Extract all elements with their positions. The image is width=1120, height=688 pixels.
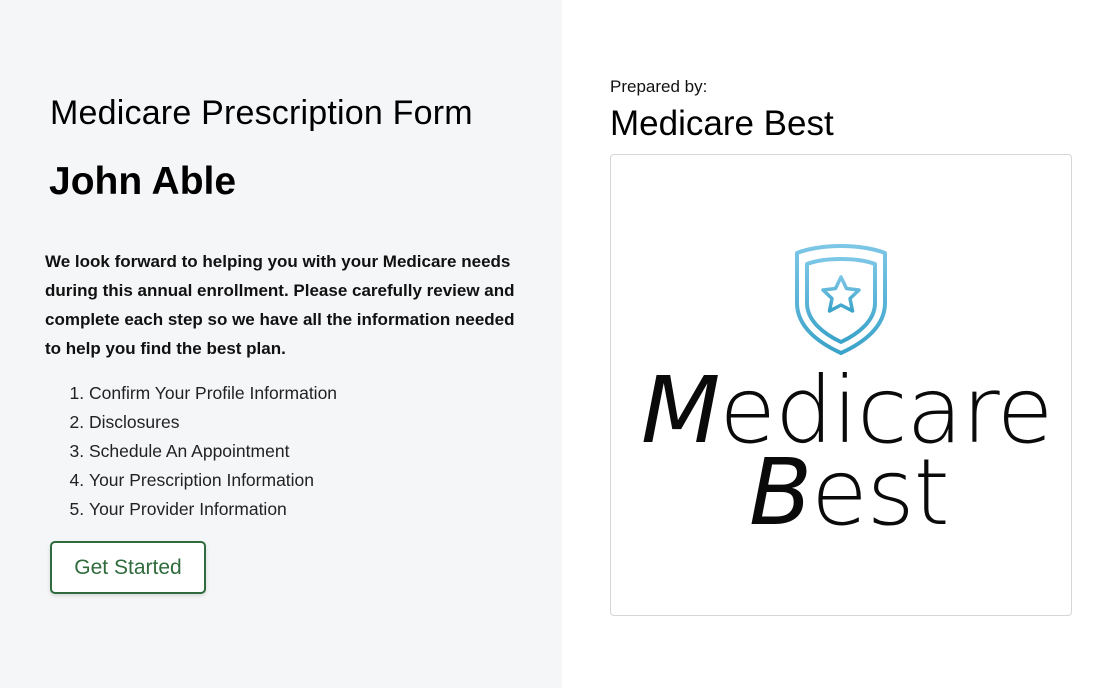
intro-text: We look forward to helping you with your… (45, 252, 515, 358)
get-started-button[interactable]: Get Started (50, 541, 206, 594)
step-item: Your Prescription Information (89, 466, 337, 495)
step-item: Confirm Your Profile Information (89, 379, 337, 408)
shield-star-icon (795, 244, 887, 355)
form-title: Medicare Prescription Form (50, 94, 473, 132)
prepared-by-label: Prepared by: (610, 77, 708, 96)
step-item: Schedule An Appointment (89, 437, 337, 466)
company-name: Medicare Best (610, 104, 834, 143)
steps-list: Confirm Your Profile Information Disclos… (45, 379, 337, 524)
form-intro-panel: Medicare Prescription Form John Able We … (0, 0, 562, 688)
logo-wordmark-line-2: Best (749, 439, 950, 546)
company-logo: Medicare Best (610, 154, 1072, 616)
step-item: Disclosures (89, 408, 337, 437)
page: Medicare Prescription Form John Able We … (0, 0, 1120, 688)
client-name: John Able (49, 160, 237, 203)
preparer-panel: Prepared by: Medicare Best Medicare Best (562, 0, 1120, 688)
step-item: Your Provider Information (89, 495, 337, 524)
